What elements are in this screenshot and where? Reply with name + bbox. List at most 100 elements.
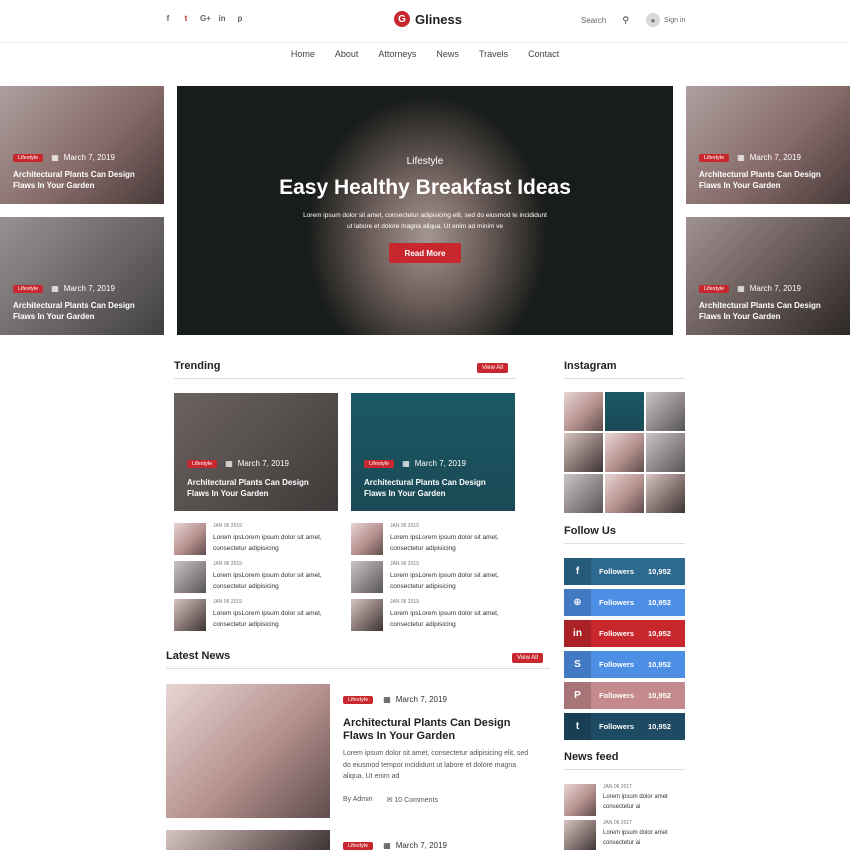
- feed-item[interactable]: JAN 06 2017 Lorem ipsum dolor amet conse…: [564, 784, 685, 816]
- instagram-photo[interactable]: [646, 474, 685, 513]
- search-icon[interactable]: ⚲: [622, 15, 629, 26]
- list-item[interactable]: JAN 06 2019 Lorem ipsLorem ipsum dolor s…: [351, 599, 521, 633]
- post-title[interactable]: Architectural Plants Can Design Flaws In…: [187, 477, 327, 499]
- calendar-icon: ▦: [402, 459, 410, 468]
- section-divider: [174, 378, 516, 379]
- post-title[interactable]: Architectural Plants Can Design Flaws In…: [13, 169, 153, 191]
- instagram-photo[interactable]: [605, 392, 644, 431]
- category-tag[interactable]: Lifestyle: [13, 153, 44, 162]
- follow-label: Followers: [599, 567, 635, 576]
- nav-about[interactable]: About: [335, 49, 359, 59]
- post-excerpt[interactable]: Lorem ipsLorem ipsum dolor sit amet, con…: [390, 532, 520, 554]
- date-text: March 7, 2019: [63, 284, 115, 293]
- date-text: March 7, 2019: [414, 459, 466, 468]
- feed-text[interactable]: Lorem ipsum dolor amet consectetur ai: [603, 792, 685, 812]
- logo-mark-icon: G: [394, 11, 410, 27]
- follow-label: Followers: [599, 598, 635, 607]
- post-excerpt[interactable]: Lorem ipsLorem ipsum dolor sit amet, con…: [390, 608, 520, 630]
- post-title[interactable]: Architectural Plants Can Design Flaws In…: [364, 477, 504, 499]
- side-post-card[interactable]: Lifestyle ▦ March 7, 2019 Architectural P…: [0, 217, 164, 335]
- post-date: JAN 06 2019: [213, 599, 242, 605]
- post-thumbnail: [174, 561, 206, 593]
- hero-category[interactable]: Lifestyle: [177, 156, 673, 167]
- trending-view-all-button[interactable]: View All: [477, 363, 508, 373]
- linkedin-follow[interactable]: in Followers 10,952: [564, 620, 685, 647]
- section-divider: [564, 769, 685, 770]
- post-date: JAN 06 2019: [213, 561, 242, 567]
- main-nav: Home About Attorneys News Travels Contac…: [0, 49, 850, 59]
- news-comments[interactable]: ✉ 10 Comments: [387, 796, 438, 804]
- skype-follow[interactable]: S Followers 10,952: [564, 651, 685, 678]
- news-image[interactable]: [166, 684, 330, 818]
- facebook-icon[interactable]: f: [164, 14, 172, 23]
- user-icon: ●: [646, 13, 660, 27]
- category-tag[interactable]: Lifestyle: [699, 284, 730, 293]
- list-item[interactable]: JAN 06 2019 Lorem ipsLorem ipsum dolor s…: [351, 561, 521, 595]
- side-post-card[interactable]: Lifestyle ▦ March 7, 2019 Architectural P…: [686, 217, 850, 335]
- category-tag[interactable]: Lifestyle: [699, 153, 730, 162]
- category-tag[interactable]: Lifestyle: [343, 841, 374, 850]
- nav-home[interactable]: Home: [291, 49, 315, 59]
- twitter-follow[interactable]: t Followers 10,952: [564, 713, 685, 740]
- news-date: ▦ March 7, 2019: [383, 841, 447, 850]
- calendar-icon: ▦: [737, 284, 745, 293]
- twitter-icon[interactable]: t: [182, 14, 190, 23]
- google-plus-icon[interactable]: G+: [200, 14, 211, 23]
- list-item[interactable]: JAN 06 2019 Lorem ipsLorem ipsum dolor s…: [351, 523, 521, 557]
- post-meta: Lifestyle ▦ March 7, 2019: [699, 284, 801, 293]
- list-item[interactable]: JAN 06 2019 Lorem ipsLorem ipsum dolor s…: [174, 561, 344, 595]
- post-excerpt[interactable]: Lorem ipsLorem ipsum dolor sit amet, con…: [390, 570, 520, 592]
- latest-news-heading: Latest News: [166, 650, 231, 662]
- feed-date: JAN 06 2017: [603, 784, 632, 790]
- side-post-card[interactable]: Lifestyle ▦ March 7, 2019 Architectural P…: [686, 86, 850, 204]
- category-tag[interactable]: Lifestyle: [343, 695, 374, 704]
- category-tag[interactable]: Lifestyle: [13, 284, 44, 293]
- news-author[interactable]: By Admin: [343, 796, 373, 804]
- post-thumbnail: [174, 523, 206, 555]
- brand-logo[interactable]: G Gliness: [394, 11, 462, 27]
- post-meta: Lifestyle ▦ March 7, 2019: [364, 459, 466, 468]
- facebook-follow[interactable]: f Followers 10,952: [564, 558, 685, 585]
- linkedin-icon: in: [564, 620, 591, 647]
- post-title[interactable]: Architectural Plants Can Design Flaws In…: [699, 169, 839, 191]
- instagram-photo[interactable]: [646, 392, 685, 431]
- linkedin-icon[interactable]: in: [218, 14, 226, 23]
- hero-slide: Lifestyle Easy Healthy Breakfast Ideas L…: [177, 86, 673, 335]
- post-excerpt[interactable]: Lorem ipsLorem ipsum dolor sit amet, con…: [213, 532, 343, 554]
- feed-item[interactable]: JAN 06 2017 Lorem ipsum dolor amet conse…: [564, 820, 685, 850]
- list-item[interactable]: JAN 06 2019 Lorem ipsLorem ipsum dolor s…: [174, 523, 344, 557]
- latest-view-all-button[interactable]: View All: [512, 653, 543, 663]
- list-item[interactable]: JAN 06 2019 Lorem ipsLorem ipsum dolor s…: [174, 599, 344, 633]
- instagram-photo[interactable]: [564, 474, 603, 513]
- search[interactable]: Search ⚲: [581, 15, 629, 26]
- signin-link[interactable]: ● Sign in: [646, 13, 685, 27]
- feed-text[interactable]: Lorem ipsum dolor amet consectetur ai: [603, 828, 685, 848]
- news-title[interactable]: Architectural Plants Can Design Flaws In…: [343, 717, 533, 743]
- post-excerpt[interactable]: Lorem ipsLorem ipsum dolor sit amet, con…: [213, 608, 343, 630]
- nav-contact[interactable]: Contact: [528, 49, 559, 59]
- instagram-photo[interactable]: [605, 433, 644, 472]
- post-title[interactable]: Architectural Plants Can Design Flaws In…: [13, 300, 153, 322]
- category-tag[interactable]: Lifestyle: [187, 459, 218, 468]
- instagram-photo[interactable]: [564, 392, 603, 431]
- nav-attorneys[interactable]: Attorneys: [378, 49, 416, 59]
- instagram-photo[interactable]: [646, 433, 685, 472]
- trending-card[interactable]: Lifestyle ▦ March 7, 2019 Architectural P…: [174, 393, 338, 511]
- post-title[interactable]: Architectural Plants Can Design Flaws In…: [699, 300, 839, 322]
- post-date: ▦ March 7, 2019: [737, 153, 801, 162]
- read-more-button[interactable]: Read More: [389, 243, 461, 263]
- post-excerpt[interactable]: Lorem ipsLorem ipsum dolor sit amet, con…: [213, 570, 343, 592]
- news-image[interactable]: [166, 830, 330, 850]
- nav-news[interactable]: News: [436, 49, 459, 59]
- trending-card[interactable]: Lifestyle ▦ March 7, 2019 Architectural P…: [351, 393, 515, 511]
- pinterest-follow[interactable]: P Followers 10,952: [564, 682, 685, 709]
- instagram-photo[interactable]: [564, 433, 603, 472]
- nav-travels[interactable]: Travels: [479, 49, 508, 59]
- hero-title[interactable]: Easy Healthy Breakfast Ideas: [177, 176, 673, 200]
- category-tag[interactable]: Lifestyle: [364, 459, 395, 468]
- side-post-card[interactable]: Lifestyle ▦ March 7, 2019 Architectural P…: [0, 86, 164, 204]
- pinterest-icon[interactable]: p: [236, 14, 244, 23]
- instagram-photo[interactable]: [605, 474, 644, 513]
- post-meta: Lifestyle ▦ March 7, 2019: [13, 284, 115, 293]
- dribbble-follow[interactable]: ⊕ Followers 10,952: [564, 589, 685, 616]
